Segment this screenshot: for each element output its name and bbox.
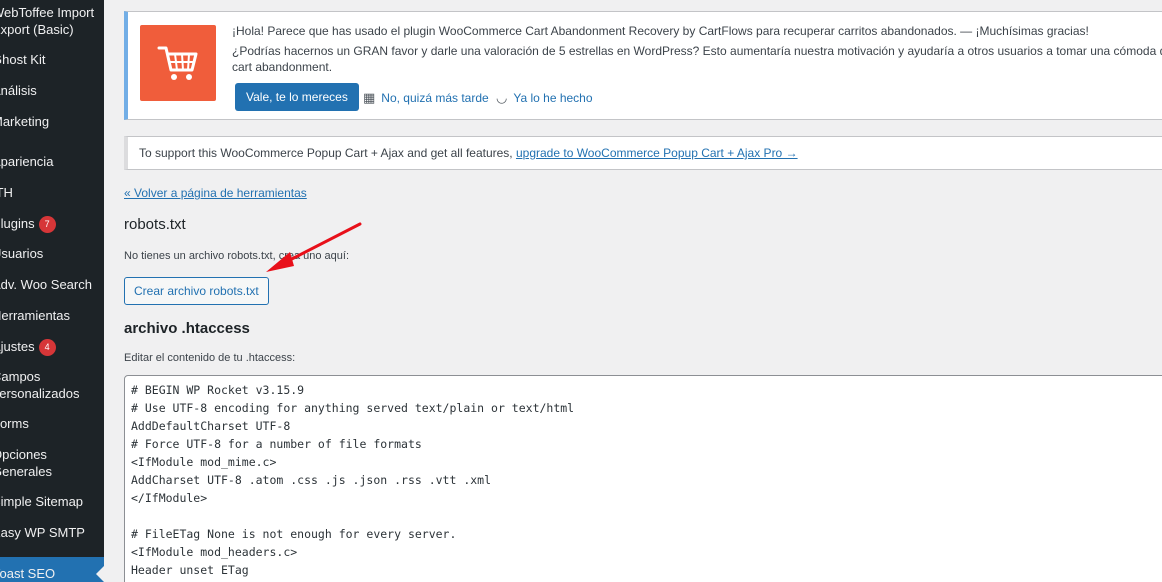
active-menu-pointer: [96, 566, 104, 582]
sidebar-item-label: Análisis: [0, 83, 37, 98]
sidebar-item-label: Marketing: [0, 114, 50, 129]
sidebar-item-label: Usuarios: [0, 246, 44, 261]
sidebar-item-label: Ajustes: [0, 339, 35, 354]
admin-sidebar: WebToffee Import Export (Basic) Ghost Ki…: [0, 0, 104, 582]
maybe-later-label: No, quizá más tarde: [381, 91, 489, 105]
sidebar-item-webtoffee[interactable]: WebToffee Import Export (Basic): [0, 4, 104, 38]
htaccess-section-title: archivo .htaccess: [124, 320, 250, 337]
notice-request-cont: cart abandonment.: [232, 60, 333, 74]
sidebar-item-ajustes[interactable]: Ajustes4: [0, 338, 104, 356]
cart-icon: [140, 25, 216, 101]
sidebar-item-usuarios[interactable]: Usuarios: [0, 245, 104, 262]
notice-request: ¿Podrías hacernos un GRAN favor y darle …: [232, 44, 1162, 58]
sidebar-item-label: Herramientas: [0, 308, 71, 323]
maybe-later-link[interactable]: ▦ No, quizá más tarde: [363, 90, 489, 106]
sidebar-item-analisis[interactable]: Análisis: [0, 82, 104, 99]
already-done-link[interactable]: ◡ Ya lo he hecho: [496, 90, 593, 106]
sidebar-item-easy-wp-smtp[interactable]: Easy WP SMTP: [0, 524, 104, 541]
back-to-tools-link[interactable]: « Volver a página de herramientas: [124, 186, 307, 200]
notice-greeting: ¡Hola! Parece que has usado el plugin Wo…: [232, 24, 1089, 38]
sidebar-item-plugins[interactable]: Plugins7: [0, 215, 104, 233]
robots-section-title: robots.txt: [124, 216, 186, 233]
htaccess-description: Editar el contenido de tu .htaccess:: [124, 352, 296, 364]
sidebar-item-label: Ghost Kit: [0, 52, 46, 67]
sidebar-item-yoast-seo[interactable]: Yoast SEO: [0, 557, 104, 582]
sidebar-item-label: Apariencia: [0, 154, 54, 169]
sidebar-item-label: WebToffee Import Export (Basic): [0, 5, 95, 37]
sidebar-item-label: ITH: [0, 185, 13, 200]
calendar-icon: ▦: [363, 90, 376, 105]
htaccess-textarea[interactable]: # BEGIN WP Rocket v3.15.9 # Use UTF-8 en…: [124, 375, 1162, 582]
sidebar-item-label: Campos personalizados: [0, 369, 80, 401]
sidebar-item-marketing[interactable]: Marketing: [0, 113, 104, 130]
sidebar-item-simple-sitemap[interactable]: Simple Sitemap: [0, 493, 104, 510]
plugins-update-badge: 7: [38, 216, 56, 233]
sidebar-item-campos-personalizados[interactable]: Campos personalizados: [0, 368, 104, 402]
sidebar-item-opciones-generales[interactable]: Opciones Generales: [0, 446, 104, 480]
red-arrow-annotation: [266, 222, 362, 272]
sidebar-item-label: Opciones Generales: [0, 447, 52, 479]
sidebar-item-label: Adv. Woo Search: [0, 277, 92, 292]
sidebar-item-label: Yoast SEO: [0, 566, 56, 581]
sidebar-item-herramientas[interactable]: Herramientas: [0, 307, 104, 324]
sidebar-item-ith[interactable]: ITH: [0, 184, 104, 201]
upgrade-pro-link[interactable]: upgrade to WooCommerce Popup Cart + Ajax…: [516, 146, 798, 160]
rate-plugin-button[interactable]: Vale, te lo mereces: [235, 83, 359, 111]
sidebar-item-label: Simple Sitemap: [0, 494, 84, 509]
sidebar-item-apariencia[interactable]: Apariencia: [0, 153, 104, 170]
sidebar-item-label: Forms: [0, 416, 29, 431]
sidebar-item-ghost-kit[interactable]: Ghost Kit: [0, 51, 104, 68]
sidebar-item-label: Easy WP SMTP: [0, 525, 85, 540]
sidebar-item-adv-woo-search[interactable]: Adv. Woo Search: [0, 276, 104, 293]
ajustes-update-badge: 4: [38, 339, 56, 356]
sidebar-item-label: Plugins: [0, 216, 35, 231]
smiley-icon: ◡: [496, 90, 508, 105]
already-done-label: Ya lo he hecho: [513, 91, 593, 105]
sidebar-item-forms[interactable]: Forms: [0, 415, 104, 432]
create-robots-button[interactable]: Crear archivo robots.txt: [124, 277, 269, 305]
popup-cart-notice: To support this WooCommerce Popup Cart +…: [124, 136, 1162, 170]
cart-abandonment-notice: ¡Hola! Parece que has usado el plugin Wo…: [124, 11, 1162, 120]
popup-notice-text: To support this WooCommerce Popup Cart +…: [139, 146, 516, 160]
